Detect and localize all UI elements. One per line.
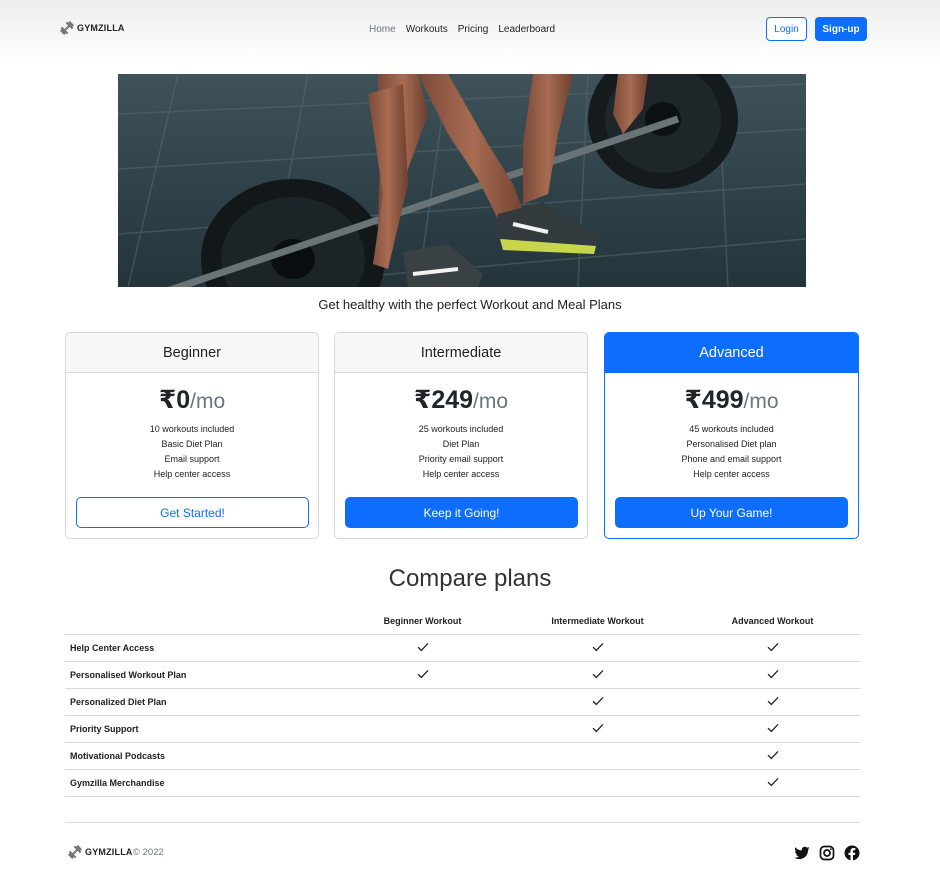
plan-feature: Phone and email support — [681, 454, 782, 464]
compare-cell — [685, 639, 860, 657]
social-links — [794, 845, 860, 861]
compare-header-row: Beginner Workout Intermediate Workout Ad… — [65, 608, 860, 635]
nav-pricing[interactable]: Pricing — [458, 24, 489, 35]
nav-workouts[interactable]: Workouts — [406, 24, 448, 35]
facebook-icon[interactable] — [844, 845, 860, 861]
compare-body: Help Center Access Personalised Workout P… — [65, 635, 860, 797]
footer-brand-logo[interactable]: GYMZILLA — [68, 845, 133, 859]
plan-price-amount: ₹0 — [158, 386, 191, 414]
plan-features: 10 workouts included Basic Diet Plan Ema… — [66, 422, 318, 482]
check-icon — [592, 639, 604, 657]
compare-row: Personalized Diet Plan — [65, 689, 860, 716]
signup-button[interactable]: Sign-up — [815, 17, 867, 41]
compare-cell — [685, 774, 860, 792]
plan-feature: 45 workouts included — [689, 424, 774, 434]
plan-feature: Help center access — [693, 469, 770, 479]
compare-row: Gymzilla Merchandise — [65, 770, 860, 797]
plan-price-period: /mo — [743, 390, 779, 413]
main-nav: Home Workouts Pricing Leaderboard — [369, 24, 555, 35]
plan-feature: Email support — [164, 454, 220, 464]
plan-price: ₹249/mo — [335, 385, 587, 415]
compare-cell — [335, 639, 510, 657]
check-icon — [767, 747, 779, 765]
get-started-button[interactable]: Get Started! — [76, 497, 309, 528]
compare-feature-label: Motivational Podcasts — [70, 751, 166, 761]
plan-feature: Help center access — [422, 469, 500, 479]
nav-home[interactable]: Home — [369, 24, 396, 35]
plan-name: Beginner — [66, 333, 318, 373]
hero-image — [118, 74, 806, 287]
plan-card-beginner: Beginner ₹0/mo 10 workouts included Basi… — [65, 332, 319, 539]
compare-col-beginner: Beginner Workout — [383, 616, 462, 626]
footer-divider — [65, 822, 860, 823]
plan-price-period: /mo — [190, 390, 226, 413]
keep-going-button[interactable]: Keep it Going! — [345, 497, 578, 528]
plan-card-advanced: Advanced ₹499/mo 45 workouts included Pe… — [604, 332, 859, 539]
compare-cell — [510, 693, 685, 711]
compare-cell — [685, 666, 860, 684]
dumbbell-logo-icon — [60, 21, 74, 35]
plan-name: Advanced — [605, 333, 858, 373]
compare-row: Priority Support — [65, 716, 860, 743]
compare-title: Compare plans — [388, 565, 552, 592]
plan-features: 45 workouts included Personalised Diet p… — [605, 422, 858, 482]
compare-cell — [510, 639, 685, 657]
compare-cell — [510, 720, 685, 738]
plan-price-amount: ₹499 — [684, 386, 744, 414]
plan-card-intermediate: Intermediate ₹249/mo 25 workouts include… — [334, 332, 588, 539]
plan-feature: Diet Plan — [442, 439, 480, 449]
check-icon — [592, 666, 604, 684]
nav-leaderboard[interactable]: Leaderboard — [498, 24, 555, 35]
compare-feature-label: Personalized Diet Plan — [70, 697, 167, 707]
plan-price: ₹0/mo — [66, 385, 318, 415]
instagram-icon[interactable] — [819, 845, 835, 861]
compare-feature-label: Priority Support — [70, 724, 139, 734]
check-icon — [592, 693, 604, 711]
compare-row: Personalised Workout Plan — [65, 662, 860, 689]
compare-col-advanced: Advanced Workout — [731, 616, 814, 626]
plan-feature: Help center access — [153, 469, 231, 479]
plan-feature: Basic Diet Plan — [161, 439, 223, 449]
check-icon — [767, 639, 779, 657]
check-icon — [767, 720, 779, 738]
compare-feature-label: Personalised Workout Plan — [70, 670, 187, 680]
check-icon — [767, 666, 779, 684]
top-navbar: GYMZILLA Home Workouts Pricing Leaderboa… — [0, 0, 940, 60]
plan-features: 25 workouts included Diet Plan Priority … — [335, 422, 587, 482]
footer-brand-name: GYMZILLA — [85, 847, 133, 857]
check-icon — [417, 666, 429, 684]
copyright-text: © 2022 — [133, 847, 164, 858]
hero-tagline: Get healthy with the perfect Workout and… — [318, 297, 622, 312]
compare-feature-label: Help Center Access — [70, 643, 155, 653]
plan-price-amount: ₹249 — [413, 386, 474, 414]
compare-cell — [685, 720, 860, 738]
check-icon — [767, 774, 779, 792]
dumbbell-logo-icon — [68, 845, 82, 859]
compare-table: Beginner Workout Intermediate Workout Ad… — [65, 608, 860, 797]
plan-feature: Priority email support — [418, 454, 504, 464]
compare-feature-label: Gymzilla Merchandise — [70, 778, 165, 788]
compare-cell — [685, 747, 860, 765]
plan-price-period: /mo — [473, 390, 509, 413]
up-your-game-button[interactable]: Up Your Game! — [615, 497, 848, 528]
compare-row: Motivational Podcasts — [65, 743, 860, 770]
plan-feature: 25 workouts included — [418, 424, 504, 434]
plan-feature: Personalised Diet plan — [686, 439, 777, 449]
login-button[interactable]: Login — [766, 17, 807, 41]
compare-cell — [510, 666, 685, 684]
compare-col-intermediate: Intermediate Workout — [551, 616, 644, 626]
check-icon — [417, 639, 429, 657]
check-icon — [767, 693, 779, 711]
brand-name: GYMZILLA — [77, 23, 125, 33]
brand-logo[interactable]: GYMZILLA — [60, 21, 125, 35]
compare-cell — [335, 666, 510, 684]
check-icon — [592, 720, 604, 738]
compare-row: Help Center Access — [65, 635, 860, 662]
plan-price: ₹499/mo — [605, 385, 858, 415]
twitter-icon[interactable] — [794, 845, 810, 861]
plan-name: Intermediate — [335, 333, 587, 373]
compare-cell — [685, 693, 860, 711]
plan-feature: 10 workouts included — [149, 424, 235, 434]
